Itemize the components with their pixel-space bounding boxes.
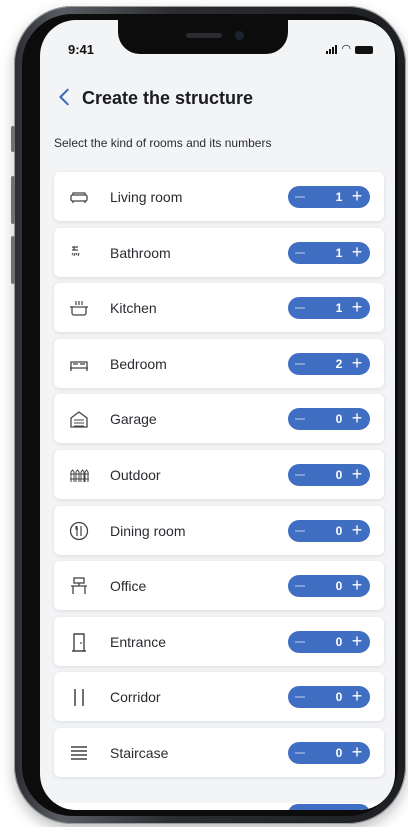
status-icons: ◠ bbox=[326, 43, 373, 55]
room-count-value: 0 bbox=[335, 634, 343, 649]
room-count-stepper: 2 + bbox=[288, 352, 370, 375]
increment-button[interactable]: + bbox=[348, 354, 366, 373]
volume-up-button bbox=[11, 176, 15, 224]
decrement-button[interactable] bbox=[292, 633, 308, 651]
room-label: Corridor bbox=[110, 689, 161, 706]
room-count-value: 1 bbox=[335, 190, 343, 204]
pot-icon bbox=[70, 301, 88, 316]
room-count-stepper: 0 + bbox=[288, 686, 370, 709]
dining-icon bbox=[69, 521, 89, 540]
decrement-button[interactable] bbox=[292, 410, 308, 428]
increment-button[interactable]: + bbox=[348, 187, 366, 206]
room-row: Office 0 + bbox=[54, 561, 384, 611]
room-count-value: 2 bbox=[335, 356, 343, 371]
subtitle: Select the kind of rooms and its numbers bbox=[54, 136, 272, 150]
volume-down-button bbox=[11, 236, 15, 284]
room-label: Entrance bbox=[110, 633, 167, 650]
room-label: Outdoor bbox=[110, 466, 161, 483]
battery-icon bbox=[355, 46, 373, 54]
room-label: Kitchen bbox=[110, 300, 157, 317]
room-count-stepper: 0 + bbox=[288, 463, 370, 486]
room-count-value: 1 bbox=[335, 245, 343, 260]
decrement-button[interactable] bbox=[292, 577, 308, 595]
decrement-button[interactable] bbox=[292, 522, 308, 540]
mute-switch bbox=[11, 126, 15, 152]
room-row: Entrance 0 + bbox=[54, 616, 384, 666]
increment-button[interactable]: + bbox=[348, 409, 366, 428]
header: Create the structure bbox=[40, 80, 395, 120]
decrement-button[interactable] bbox=[292, 744, 308, 762]
status-time: 9:41 bbox=[68, 42, 95, 57]
room-count-value: 0 bbox=[335, 523, 343, 538]
page-title: Create the structure bbox=[82, 88, 254, 108]
decrement-button[interactable] bbox=[292, 466, 308, 484]
decrement-button[interactable] bbox=[292, 188, 308, 206]
room-row: Corridor 0 + bbox=[54, 672, 384, 722]
room-row: Garage 0 + bbox=[54, 394, 384, 444]
room-label: Office bbox=[110, 578, 147, 595]
room-count-value: 0 bbox=[335, 412, 343, 427]
signal-icon bbox=[326, 45, 338, 54]
room-row: Staircase 0 + bbox=[54, 727, 384, 777]
stairs-icon bbox=[71, 746, 87, 760]
room-count-stepper: 0 + bbox=[288, 630, 370, 653]
room-count-value: 1 bbox=[335, 301, 343, 316]
room-row: Outdoor 0 + bbox=[54, 449, 384, 499]
door-icon bbox=[72, 633, 86, 652]
speaker-grille bbox=[186, 33, 222, 38]
room-count-stepper: 1 + bbox=[288, 186, 370, 208]
camera-icon bbox=[235, 31, 244, 40]
room-label: Bedroom bbox=[110, 355, 167, 372]
room-row: Living room 1 + bbox=[54, 172, 384, 221]
increment-button[interactable]: + bbox=[348, 743, 366, 762]
increment-button[interactable]: + bbox=[348, 298, 366, 317]
partial-room-row bbox=[54, 803, 384, 810]
increment-button[interactable]: + bbox=[348, 521, 366, 540]
corridor-icon bbox=[74, 689, 84, 707]
increment-button[interactable]: + bbox=[348, 465, 366, 484]
room-count-stepper: 0 + bbox=[288, 741, 370, 764]
decrement-button[interactable] bbox=[292, 688, 308, 706]
room-count-stepper: 1 + bbox=[288, 241, 370, 264]
increment-button[interactable]: + bbox=[348, 632, 366, 651]
room-count-stepper: 0 + bbox=[288, 575, 370, 598]
notch bbox=[118, 20, 288, 54]
decrement-button[interactable] bbox=[292, 244, 308, 262]
room-count-value: 0 bbox=[335, 745, 343, 760]
room-count-stepper: 0 + bbox=[288, 408, 370, 431]
room-count-value: 0 bbox=[335, 467, 343, 482]
partial-stepper bbox=[288, 804, 370, 810]
room-row: Dining room 0 + bbox=[54, 505, 384, 555]
room-label: Staircase bbox=[110, 744, 169, 761]
sofa-icon bbox=[70, 192, 88, 203]
back-chevron-icon[interactable] bbox=[54, 86, 76, 108]
bed-icon bbox=[70, 361, 88, 371]
room-row: Kitchen 1 + bbox=[54, 283, 384, 333]
room-label: Dining room bbox=[110, 522, 186, 539]
garage-icon bbox=[70, 411, 88, 429]
increment-button[interactable]: + bbox=[348, 576, 366, 595]
app-screen: 9:41 ◠ Create the structure Select the k… bbox=[40, 20, 395, 810]
decrement-button[interactable] bbox=[292, 299, 308, 317]
desk-icon bbox=[71, 577, 87, 595]
room-row: Bathroom 1 + bbox=[54, 227, 384, 277]
room-label: Bathroom bbox=[110, 244, 171, 261]
room-list: Living room 1 + Bathroom 1 + Kitchen 1 + Bedroom 2… bbox=[54, 172, 384, 784]
increment-button[interactable]: + bbox=[348, 687, 366, 706]
shower-icon bbox=[71, 245, 80, 256]
increment-button[interactable]: + bbox=[348, 243, 366, 262]
room-label: Living room bbox=[110, 189, 183, 205]
fence-icon bbox=[70, 469, 89, 482]
room-count-value: 0 bbox=[335, 579, 343, 594]
room-count-stepper: 1 + bbox=[288, 297, 370, 320]
room-label: Garage bbox=[110, 411, 157, 428]
room-row: Bedroom 2 + bbox=[54, 338, 384, 388]
wifi-icon: ◠ bbox=[341, 43, 351, 55]
decrement-button[interactable] bbox=[292, 355, 308, 373]
room-count-stepper: 0 + bbox=[288, 519, 370, 542]
room-count-value: 0 bbox=[335, 690, 343, 705]
